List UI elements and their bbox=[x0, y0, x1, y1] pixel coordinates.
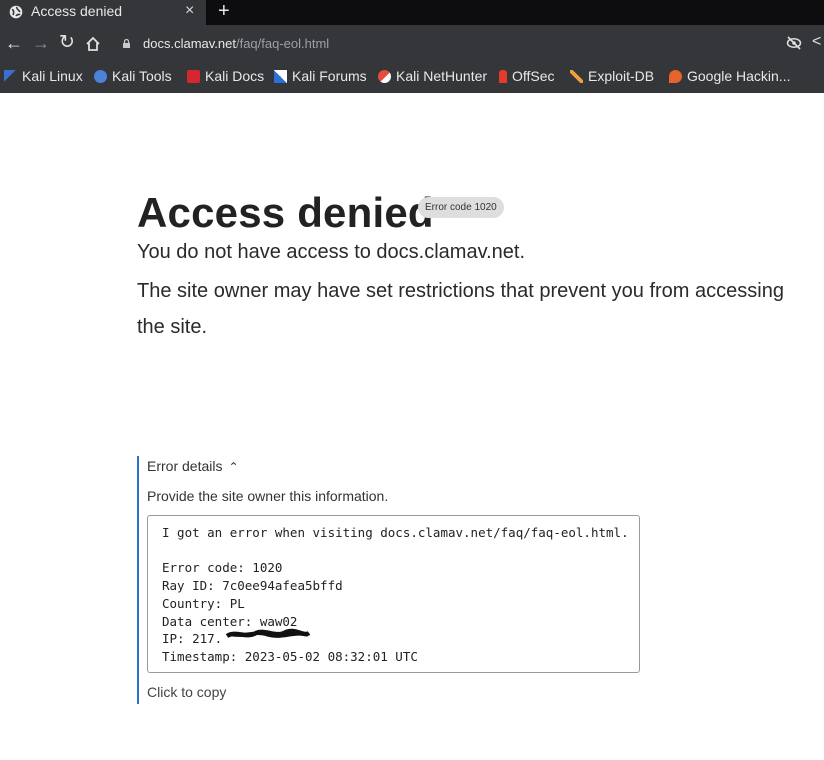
bookmark-exploit-db[interactable]: Exploit-DB bbox=[570, 68, 654, 84]
bookmark-kali-tools[interactable]: Kali Tools bbox=[94, 68, 172, 84]
share-icon[interactable]: < bbox=[812, 33, 821, 51]
chevron-up-icon: ⌃ bbox=[228, 460, 239, 474]
nethunter-icon bbox=[378, 70, 391, 83]
tab-strip: Access denied × + bbox=[0, 0, 824, 25]
restriction-message: The site owner may have set restrictions… bbox=[137, 280, 784, 302]
data-center-line: Data center: waw02 bbox=[162, 614, 298, 629]
bookmark-kali-forums[interactable]: Kali Forums bbox=[274, 68, 367, 84]
page-content: Access denied Error code 1020 You do not… bbox=[0, 93, 824, 760]
country-line: Country: PL bbox=[162, 596, 245, 611]
exploit-db-icon bbox=[570, 70, 583, 83]
url-path: /faq/faq-eol.html bbox=[235, 36, 330, 51]
error-code-line: Error code: 1020 bbox=[162, 560, 283, 575]
bookmark-kali-docs[interactable]: Kali Docs bbox=[187, 68, 264, 84]
bookmark-label: Google Hackin... bbox=[687, 68, 791, 84]
bookmark-label: Kali Docs bbox=[205, 68, 265, 84]
tracking-protection-icon[interactable] bbox=[786, 36, 802, 50]
bookmarks-bar: Kali Linux Kali Tools Kali Docs Kali For… bbox=[0, 62, 824, 93]
kali-forums-icon bbox=[274, 70, 287, 83]
bookmark-label: OffSec bbox=[512, 68, 555, 84]
navigation-toolbar: ← → ↻ docs.clamav.net/faq/faq-eol.html < bbox=[0, 25, 824, 62]
details-hint: Provide the site owner this information. bbox=[147, 488, 389, 504]
kali-dragon-icon bbox=[4, 70, 17, 83]
access-message: You do not have access to docs.clamav.ne… bbox=[137, 241, 526, 263]
tab-close-icon[interactable]: × bbox=[185, 2, 194, 20]
page-title: Access denied bbox=[137, 189, 434, 236]
offsec-icon bbox=[499, 70, 507, 83]
bookmark-label: Kali Forums bbox=[292, 68, 367, 84]
back-arrow-icon[interactable]: ← bbox=[5, 32, 23, 54]
bookmark-kali-nethunter[interactable]: Kali NetHunter bbox=[378, 68, 487, 84]
error-code-badge: Error code 1020 bbox=[418, 197, 504, 218]
ip-redaction-scribble bbox=[226, 628, 310, 639]
ip-line: IP: 217. bbox=[162, 631, 223, 646]
bookmark-google-hacking[interactable]: Google Hackin... bbox=[669, 68, 791, 84]
ghdb-icon bbox=[669, 70, 682, 83]
bookmark-offsec[interactable]: OffSec bbox=[499, 68, 555, 84]
timestamp-line: Timestamp: 2023-05-02 08:32:01 UTC bbox=[162, 649, 418, 664]
new-tab-button[interactable]: + bbox=[218, 0, 230, 22]
kali-tools-icon bbox=[94, 70, 107, 83]
error-details-toggle[interactable]: Error details ⌃ bbox=[147, 458, 239, 474]
reload-icon[interactable]: ↻ bbox=[59, 32, 75, 54]
forward-arrow-icon[interactable]: → bbox=[32, 32, 50, 54]
bookmark-label: Kali Linux bbox=[22, 68, 83, 84]
bookmark-label: Exploit-DB bbox=[588, 68, 655, 84]
url-host: docs.clamav.net bbox=[143, 36, 236, 51]
address-bar[interactable]: docs.clamav.net/faq/faq-eol.html bbox=[143, 36, 329, 51]
tab-access-denied[interactable]: Access denied × bbox=[0, 0, 206, 25]
bookmark-label: Kali NetHunter bbox=[396, 68, 488, 84]
ray-id-line: Ray ID: 7c0ee94afea5bffd bbox=[162, 578, 343, 593]
error-visit-line: I got an error when visiting docs.clamav… bbox=[162, 525, 629, 540]
click-to-copy-link[interactable]: Click to copy bbox=[147, 684, 226, 700]
error-details-label: Error details bbox=[147, 458, 223, 474]
tab-title: Access denied bbox=[31, 3, 123, 19]
home-icon[interactable] bbox=[85, 36, 101, 52]
error-details-panel: Error details ⌃ Provide the site owner th… bbox=[137, 456, 657, 704]
globe-icon bbox=[9, 5, 23, 19]
bookmark-kali-linux[interactable]: Kali Linux bbox=[4, 68, 83, 84]
bookmark-label: Kali Tools bbox=[112, 68, 172, 84]
kali-docs-icon bbox=[187, 70, 200, 83]
restriction-message-cont: the site. bbox=[137, 316, 208, 338]
error-info-box[interactable]: I got an error when visiting docs.clamav… bbox=[147, 515, 640, 673]
lock-icon[interactable] bbox=[122, 39, 131, 48]
